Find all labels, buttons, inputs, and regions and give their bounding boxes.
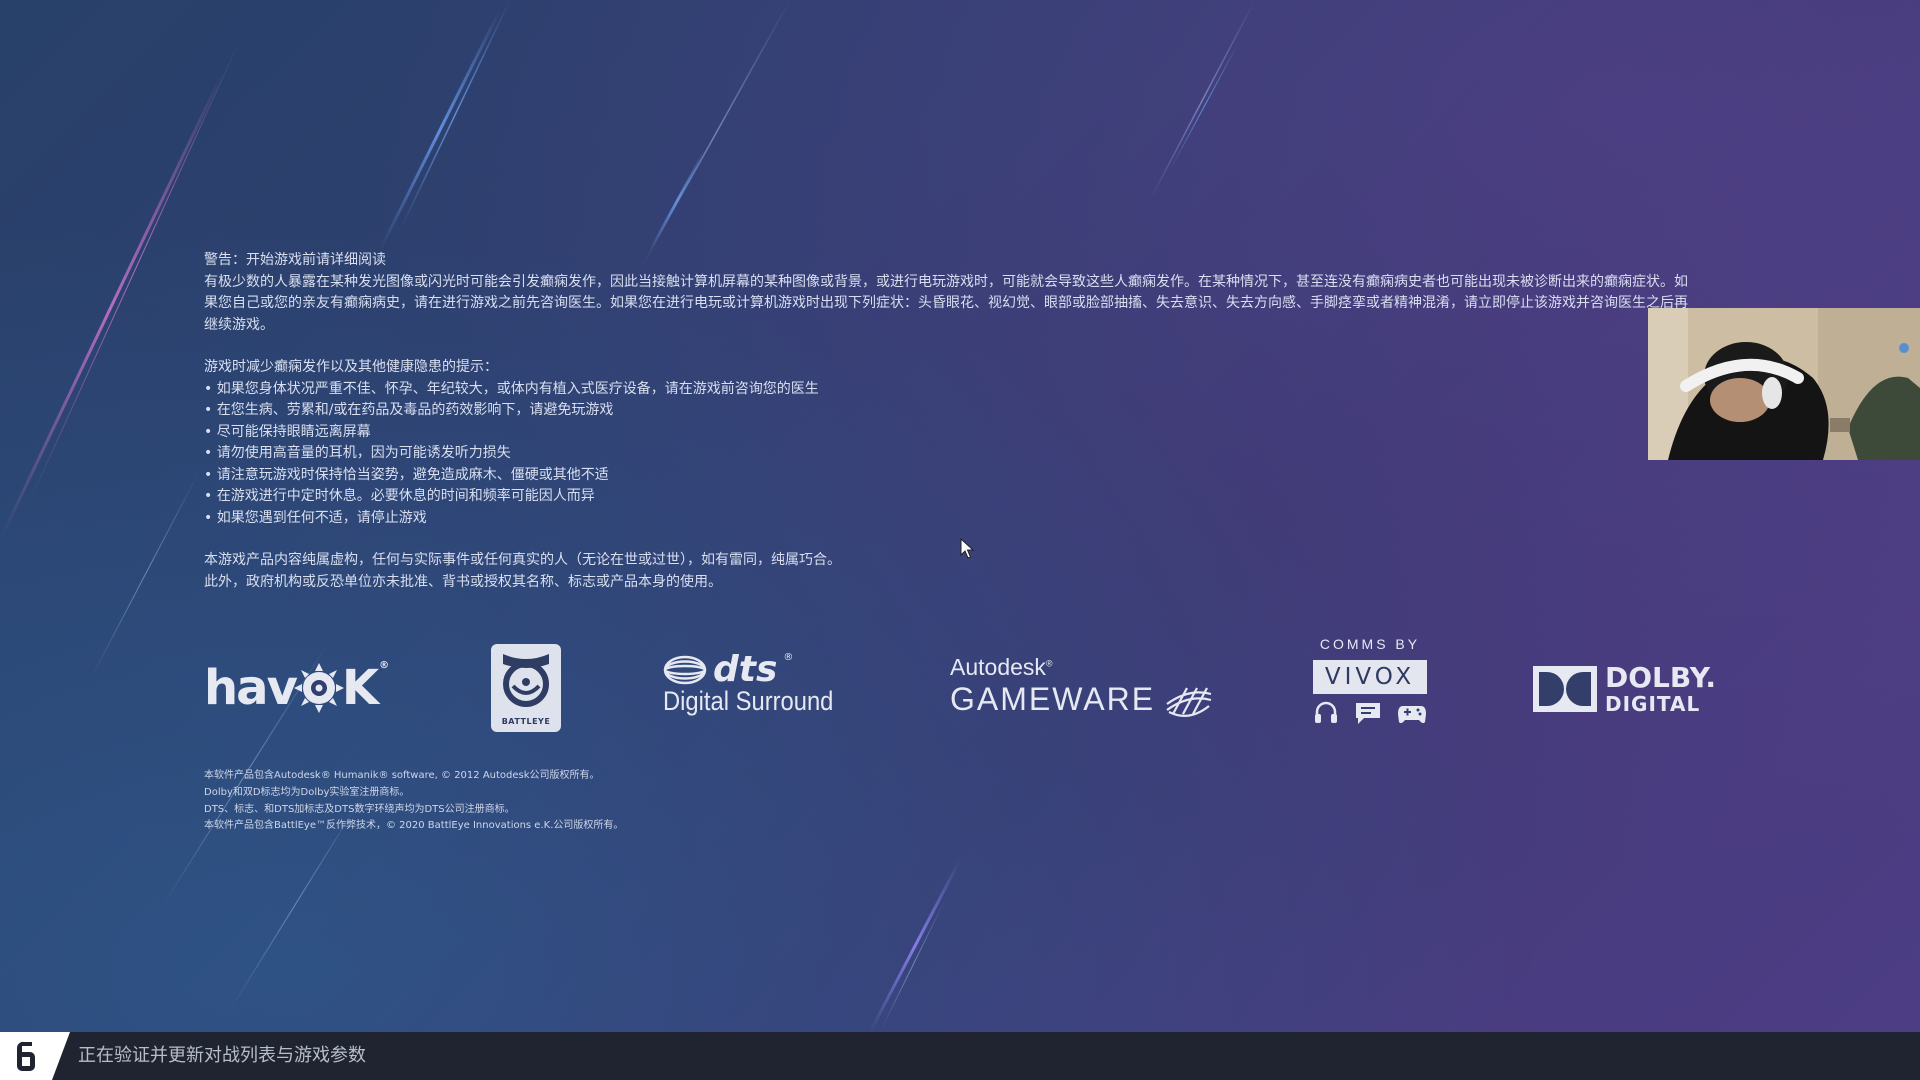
gamepad-icon xyxy=(1398,706,1426,724)
tip-item: 请注意玩游戏时保持恰当姿势，避免造成麻木、僵硬或其他不适 xyxy=(204,465,1700,487)
tip-item: 如果您身体状况严重不佳、怀孕、年纪较大，或体内有植入式医疗设备，请在游戏前咨询您… xyxy=(204,379,1700,401)
chat-bubble-icon xyxy=(1356,703,1380,724)
loading-status-bar: 正在验证并更新对战列表与游戏参数 xyxy=(0,1032,1920,1080)
loading-status-text: 正在验证并更新对战列表与游戏参数 xyxy=(78,1045,366,1066)
legal-line: Dolby和双D标志均为Dolby实验室注册商标。 xyxy=(204,786,410,798)
endorsement-disclaimer: 此外，政府机构或反恐单位亦未批准、背书或授权其名称、标志或产品本身的使用。 xyxy=(204,573,722,590)
warning-paragraph: 有极少数的人暴露在某种发光图像或闪光时可能会引发癫痫发作，因此当接触计算机屏幕的… xyxy=(204,273,1688,333)
tips-title: 游戏时减少癫痫发作以及其他健康隐患的提示： xyxy=(204,359,498,375)
mouse-cursor-icon xyxy=(960,538,974,559)
tip-item: 在游戏进行中定时休息。必要休息的时间和频率可能因人而异 xyxy=(204,486,1700,508)
havok-trademark: ® xyxy=(379,660,389,671)
havok-text-post: K xyxy=(341,660,379,716)
legal-notices: 本软件产品包含Autodesk® Humanik® software, © 20… xyxy=(204,768,623,835)
dts-waves-icon xyxy=(663,655,707,685)
legal-line: 本软件产品包含BattlEye™反作弊技术，© 2020 BattlEye In… xyxy=(204,820,624,832)
dts-wordmark: dts xyxy=(713,649,778,690)
autodesk-gameware-logo: Autodesk® GAMEWARE xyxy=(950,654,1215,718)
dolby-dot: . xyxy=(1705,661,1716,694)
epilepsy-warning: 警告：开始游戏前请详细阅读 有极少数的人暴露在某种发光图像或闪光时可能会引发癫痫… xyxy=(204,250,1700,593)
havok-ring-icon xyxy=(293,663,344,713)
rainbow-six-logo-icon xyxy=(0,1032,70,1080)
dolby-double-d-icon xyxy=(1533,666,1597,712)
webcam-overlay xyxy=(1648,308,1920,460)
legal-line: DTS、标志、和DTS加标志及DTS数字环绕声均为DTS公司注册商标。 xyxy=(204,803,515,815)
dolby-line2: DIGITAL xyxy=(1605,692,1701,716)
webcam-feed xyxy=(1648,308,1920,460)
vivox-logo: COMMS BY VIVOX xyxy=(1312,636,1428,726)
tip-item: 尽可能保持眼睛远离屏幕 xyxy=(204,422,1700,444)
tip-item: 在您生病、劳累和/或在药品及毒品的药效影响下，请避免玩游戏 xyxy=(204,400,1700,422)
autodesk-registered: ® xyxy=(1045,658,1053,669)
headset-icon xyxy=(1315,701,1337,723)
fiction-disclaimer: 本游戏产品内容纯属虚构，任何与实际事件或任何真实的人（无论在世或过世），如有雷同… xyxy=(204,552,841,568)
battleye-logo: BATTLEYE xyxy=(491,644,561,732)
vivox-wordmark: VIVOX xyxy=(1313,660,1427,694)
havok-logo: hav K ® xyxy=(204,660,389,716)
partner-logos: hav K ® BATTLEYE dts ® Digital Surround … xyxy=(0,630,1920,740)
gameware-net-icon xyxy=(1166,686,1212,717)
autodesk-brand: Autodesk xyxy=(950,654,1046,680)
dolby-line1: DOLBY xyxy=(1605,661,1706,694)
dolby-digital-logo: DOLBY. DIGITAL xyxy=(1533,664,1716,714)
warning-title: 警告：开始游戏前请详细阅读 xyxy=(204,252,386,268)
dts-logo: dts ® Digital Surround xyxy=(663,652,857,717)
dts-subtitle: Digital Surround xyxy=(663,686,834,716)
dts-registered: ® xyxy=(783,652,794,663)
tips-list: 如果您身体状况严重不佳、怀孕、年纪较大，或体内有植入式医疗设备，请在游戏前咨询您… xyxy=(204,379,1700,530)
tip-item: 如果您遇到任何不适，请停止游戏 xyxy=(204,508,1700,530)
legal-line: 本软件产品包含Autodesk® Humanik® software, © 20… xyxy=(204,770,600,781)
tip-item: 请勿使用高音量的耳机，因为可能诱发听力损失 xyxy=(204,443,1700,465)
battleye-face-icon xyxy=(503,654,549,707)
gameware-wordmark: GAMEWARE xyxy=(950,681,1156,717)
vivox-comms-by: COMMS BY xyxy=(1319,636,1421,652)
havok-text-pre: hav xyxy=(204,660,298,716)
battleye-label: BATTLEYE xyxy=(501,717,551,726)
